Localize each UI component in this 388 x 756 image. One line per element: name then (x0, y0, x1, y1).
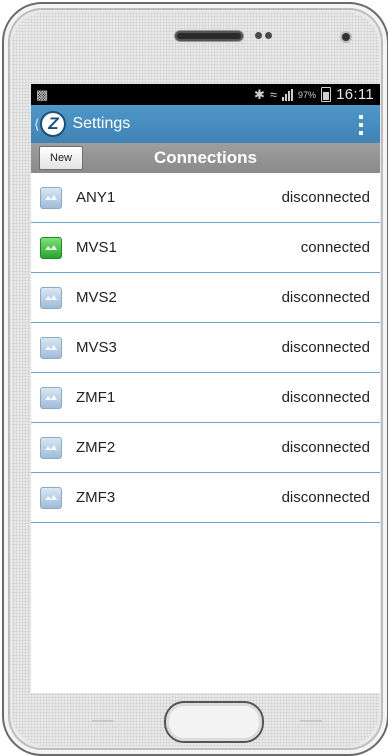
back-key[interactable] (300, 720, 322, 722)
connection-name: ANY1 (76, 189, 116, 206)
proximity-sensor (255, 32, 262, 39)
front-camera (342, 33, 350, 41)
status-bar-right: ✱ ≈ 97% 16:11 (254, 86, 374, 103)
disconnected-status-icon (40, 486, 62, 509)
clock: 16:11 (336, 86, 374, 103)
connection-row[interactable]: MVS2 disconnected (31, 273, 380, 323)
wifi-icon: ≈ (269, 87, 278, 102)
connected-status-icon (40, 236, 62, 259)
connection-name: ZMF3 (76, 489, 116, 506)
connection-name: MVS2 (76, 289, 117, 306)
light-sensor (265, 32, 272, 39)
battery-percent: 97% (298, 89, 317, 100)
app-logo[interactable]: Z (40, 111, 67, 137)
connection-name: MVS1 (76, 239, 117, 256)
earpiece-speaker (174, 30, 244, 42)
connection-status: disconnected (281, 439, 370, 456)
phone-screen: ▩ ✱ ≈ 97% 16:11 ⟨ Z Settings New Connect… (31, 84, 380, 693)
back-chevron-icon[interactable]: ⟨ (34, 116, 39, 133)
connection-status: connected (300, 239, 370, 256)
disconnected-status-icon (40, 186, 62, 209)
action-bar-title[interactable]: Settings (72, 115, 130, 133)
disconnected-status-icon (40, 286, 62, 309)
connection-row[interactable]: MVS3 disconnected (31, 323, 380, 373)
connection-name: MVS3 (76, 339, 117, 356)
recent-apps-key[interactable] (92, 720, 114, 722)
connection-status: disconnected (281, 489, 370, 506)
connection-status: disconnected (281, 339, 370, 356)
connections-title: Connections (154, 148, 257, 167)
battery-icon (321, 87, 332, 102)
connections-header: New Connections (31, 143, 380, 173)
connection-status: disconnected (281, 289, 370, 306)
connection-name: ZMF1 (76, 389, 116, 406)
connection-status: disconnected (281, 389, 370, 406)
action-bar: ⟨ Z Settings (31, 105, 380, 143)
connection-row[interactable]: ZMF1 disconnected (31, 373, 380, 423)
disconnected-status-icon (40, 386, 62, 409)
connection-name: ZMF2 (76, 439, 116, 456)
connection-row[interactable]: ZMF2 disconnected (31, 423, 380, 473)
home-button[interactable] (164, 701, 264, 743)
connection-row[interactable]: MVS1 connected (31, 223, 380, 273)
connection-row[interactable]: ANY1 disconnected (31, 173, 380, 223)
new-connection-button[interactable]: New (39, 146, 84, 170)
notification-icon: ▩ (36, 86, 49, 102)
connection-row[interactable]: ZMF3 disconnected (31, 473, 380, 523)
disconnected-status-icon (40, 436, 62, 459)
bluetooth-icon: ✱ (254, 86, 265, 102)
connection-status: disconnected (281, 189, 370, 206)
disconnected-status-icon (40, 336, 62, 359)
status-bar: ▩ ✱ ≈ 97% 16:11 (31, 84, 380, 105)
overflow-menu-icon[interactable] (358, 115, 364, 135)
connections-list: ANY1 disconnected MVS1 connected MVS2 disconn… (31, 173, 380, 523)
phone-frame: ▩ ✱ ≈ 97% 16:11 ⟨ Z Settings New Connect… (2, 2, 388, 756)
signal-icon (282, 88, 294, 101)
